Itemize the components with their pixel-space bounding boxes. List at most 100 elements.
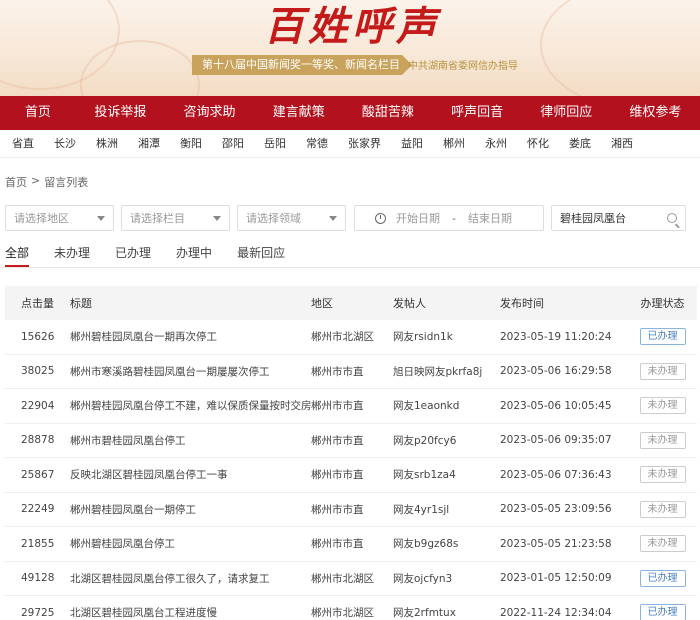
region-select[interactable]: 请选择地区 (5, 205, 114, 231)
breadcrumb: 首页 > 留言列表 (5, 174, 88, 190)
cell-title[interactable]: 郴州碧桂园凤凰台一期再次停工 (70, 329, 311, 344)
city-nav-item[interactable]: 永州 (485, 130, 507, 157)
tab-item[interactable]: 全部 (5, 242, 30, 267)
cell-status: 已办理 (628, 604, 697, 620)
main-nav-item[interactable]: 首页 (0, 96, 76, 130)
city-nav-item[interactable]: 益阳 (401, 130, 423, 157)
cell-title[interactable]: 北湖区碧桂园凤凰台工程进度慢 (70, 605, 311, 620)
cell-time: 2023-05-19 11:20:24 (500, 330, 612, 343)
city-nav-item[interactable]: 怀化 (527, 130, 549, 157)
main-nav-item[interactable]: 维权参考 (611, 96, 700, 130)
cell-title[interactable]: 反映北湖区碧桂园凤凰台停工一事 (70, 467, 311, 482)
cell-region: 郴州市市直 (311, 503, 364, 516)
cell-region: 郴州市市直 (311, 538, 364, 551)
header-time: 发布时间 (500, 297, 544, 310)
table-row[interactable]: 15626 郴州碧桂园凤凰台一期再次停工 郴州市北湖区 网友rsidn1k 2023-0… (5, 320, 697, 355)
cell-clicks: 22249 (21, 503, 55, 516)
start-date-input[interactable]: 开始日期 (396, 210, 440, 226)
guidance-text: 中共湖南省委网信办指导 (408, 61, 518, 72)
end-date-input[interactable]: 结束日期 (468, 210, 512, 226)
table-row[interactable]: 21855 郴州碧桂园凤凰台停工 郴州市市直 网友b9gz68s 2023-05-05 … (5, 527, 697, 562)
column-select[interactable]: 请选择栏目 (121, 205, 230, 231)
city-nav-item[interactable]: 张家界 (348, 130, 381, 157)
cell-clicks: 15626 (21, 330, 55, 343)
cell-time: 2023-05-06 16:29:58 (500, 365, 612, 378)
status-badge: 未办理 (639, 535, 686, 553)
status-badge: 已办理 (639, 569, 686, 587)
cell-poster: 网友b9gz68s (393, 538, 459, 551)
status-badge: 已办理 (639, 604, 686, 620)
cell-title[interactable]: 北湖区碧桂园凤凰台停工很久了，请求复工 (70, 571, 311, 586)
search-icon[interactable] (667, 213, 677, 223)
table-row[interactable]: 29725 北湖区碧桂园凤凰台工程进度慢 郴州市北湖区 网友2rfmtux 2022-1… (5, 596, 697, 620)
cell-region: 郴州市北湖区 (311, 572, 374, 585)
table-row[interactable]: 22904 郴州碧桂园凤凰台停工不建，难以保质保量按时交房 郴州市市直 网友1eaon… (5, 389, 697, 424)
main-nav-item[interactable]: 律师回应 (522, 96, 611, 130)
cell-region: 郴州市市直 (311, 434, 364, 447)
city-nav-item[interactable]: 邵阳 (222, 130, 244, 157)
award-ribbon: 第十八届中国新闻奖一等奖、新闻名栏目 (192, 55, 412, 75)
cell-poster: 网友p20fcy6 (393, 434, 457, 447)
search-input[interactable]: 碧桂园凤凰台 (551, 205, 686, 231)
city-nav-item[interactable]: 长沙 (54, 130, 76, 157)
cell-clicks: 25867 (21, 468, 55, 481)
caret-down-icon (97, 215, 105, 221)
city-nav-item[interactable]: 常德 (306, 130, 328, 157)
table-row[interactable]: 28878 郴州市碧桂园凤凰台停工 郴州市市直 网友p20fcy6 2023-05-06… (5, 424, 697, 458)
cell-time: 2023-01-05 12:50:09 (500, 572, 612, 585)
city-nav-item[interactable]: 岳阳 (264, 130, 286, 157)
cell-poster: 网友2rfmtux (393, 607, 456, 620)
main-nav-item[interactable]: 咨询求助 (165, 96, 254, 130)
cell-region: 郴州市市直 (311, 469, 364, 482)
city-nav-item[interactable]: 娄底 (569, 130, 591, 157)
table-body: 15626 郴州碧桂园凤凰台一期再次停工 郴州市北湖区 网友rsidn1k 2023-0… (5, 320, 697, 620)
date-range-separator: - (452, 211, 456, 225)
cell-time: 2023-05-06 09:35:07 (500, 434, 612, 447)
status-badge: 未办理 (639, 500, 686, 518)
main-nav-item[interactable]: 建言献策 (254, 96, 343, 130)
cell-time: 2022-11-24 12:34:04 (500, 606, 612, 619)
cell-title[interactable]: 郴州碧桂园凤凰台停工不建，难以保质保量按时交房 (70, 398, 311, 413)
column-select-placeholder: 请选择栏目 (130, 212, 185, 225)
table-row[interactable]: 38025 郴州市寒溪路碧桂园凤凰台一期屡屡次停工 郴州市市直 旭日映网友pkrfa8… (5, 355, 697, 389)
table-row[interactable]: 49128 北湖区碧桂园凤凰台停工很久了，请求复工 郴州市北湖区 网友ojcfyn3 2… (5, 562, 697, 596)
tab-item[interactable]: 已办理 (115, 242, 151, 267)
tab-item[interactable]: 未办理 (54, 242, 90, 267)
cell-region: 郴州市北湖区 (311, 607, 374, 620)
cell-time: 2023-05-05 23:09:56 (500, 503, 612, 516)
cell-title[interactable]: 郴州市寒溪路碧桂园凤凰台一期屡屡次停工 (70, 364, 311, 379)
date-range-picker[interactable]: 开始日期 - 结束日期 (354, 205, 544, 231)
breadcrumb-home[interactable]: 首页 (5, 174, 27, 190)
cell-status: 已办理 (628, 328, 697, 346)
breadcrumb-separator: > (31, 174, 41, 187)
domain-select[interactable]: 请选择领域 (237, 205, 346, 231)
city-nav-item[interactable]: 省直 (12, 130, 34, 157)
main-nav-item[interactable]: 呼声回音 (432, 96, 521, 130)
status-badge: 未办理 (639, 397, 686, 415)
header-banner: 百姓呼声 第十八届中国新闻奖一等奖、新闻名栏目 中共湖南省委网信办指导 (0, 0, 700, 96)
cell-region: 郴州市北湖区 (311, 331, 374, 344)
cell-status: 未办理 (628, 362, 697, 380)
cell-status: 未办理 (628, 535, 697, 553)
table-row[interactable]: 25867 反映北湖区碧桂园凤凰台停工一事 郴州市市直 网友srb1za4 2023-0… (5, 458, 697, 493)
city-nav-item[interactable]: 湘潭 (138, 130, 160, 157)
cell-region: 郴州市市直 (311, 400, 364, 413)
cell-clicks: 28878 (21, 434, 55, 447)
cell-status: 已办理 (628, 569, 697, 587)
tab-item[interactable]: 办理中 (176, 242, 212, 267)
city-nav-item[interactable]: 湘西 (611, 130, 633, 157)
tab-item[interactable]: 最新回应 (237, 242, 285, 267)
cell-title[interactable]: 郴州市碧桂园凤凰台停工 (70, 433, 311, 448)
city-nav-item[interactable]: 郴州 (443, 130, 465, 157)
main-nav-item[interactable]: 酸甜苦辣 (343, 96, 432, 130)
table-row[interactable]: 22249 郴州碧桂园凤凰台一期停工 郴州市市直 网友4yr1sjl 2023-05-0… (5, 493, 697, 527)
cell-title[interactable]: 郴州碧桂园凤凰台一期停工 (70, 502, 311, 517)
cell-poster: 网友rsidn1k (393, 331, 453, 344)
header-status: 办理状态 (640, 297, 685, 310)
search-input-value: 碧桂园凤凰台 (560, 212, 626, 225)
main-nav-item[interactable]: 投诉举报 (76, 96, 165, 130)
cell-title[interactable]: 郴州碧桂园凤凰台停工 (70, 536, 311, 551)
city-nav-item[interactable]: 衡阳 (180, 130, 202, 157)
site-logo-title: 百姓呼声 (264, 3, 440, 50)
city-nav-item[interactable]: 株洲 (96, 130, 118, 157)
